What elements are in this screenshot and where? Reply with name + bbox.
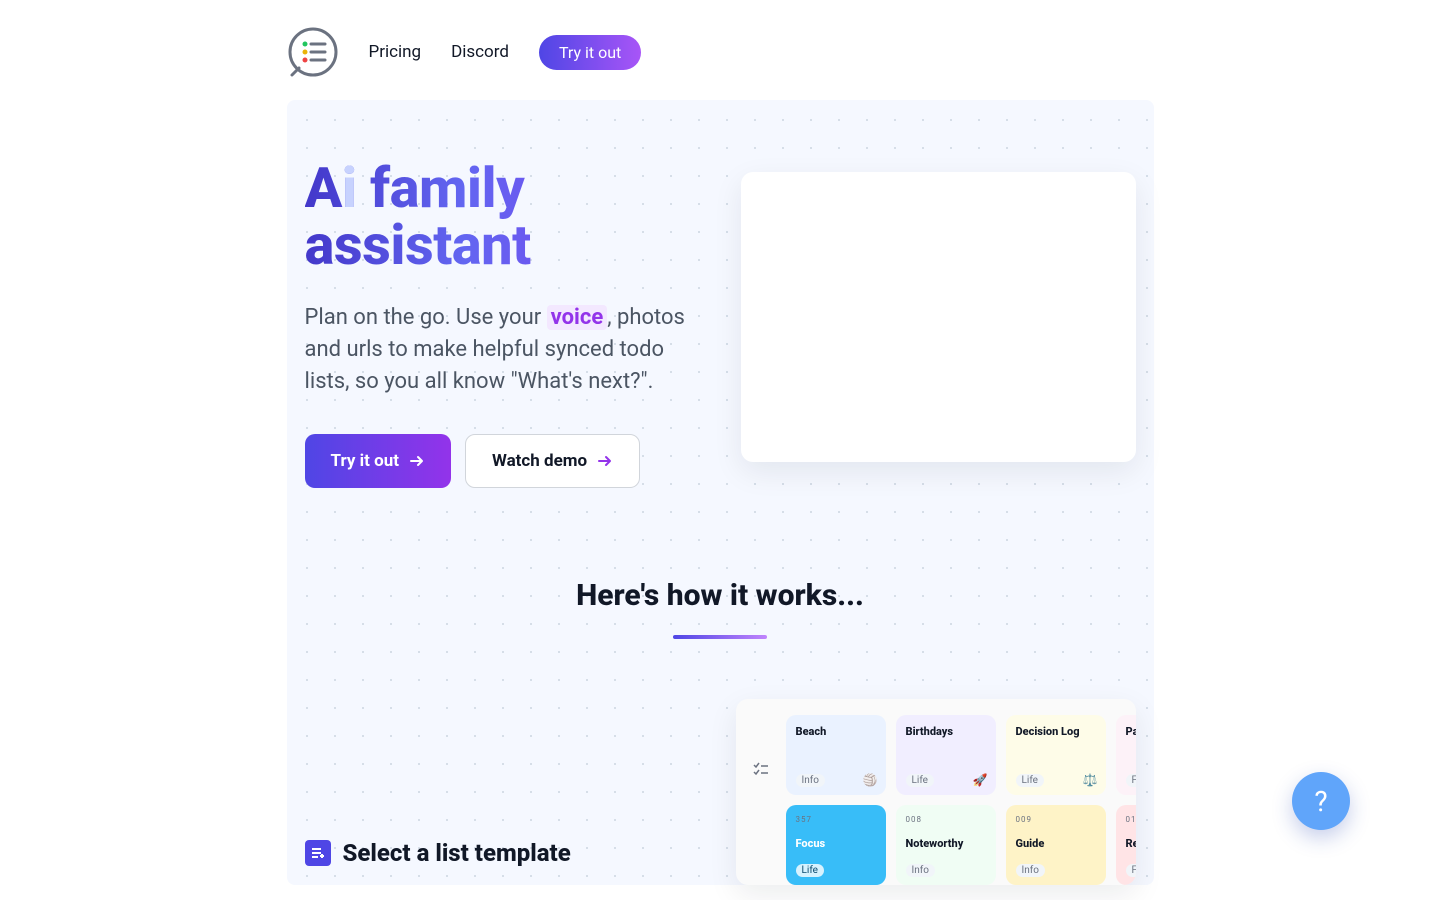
- tile-tag: Info: [906, 864, 935, 877]
- nav-cta-button[interactable]: Try it out: [539, 35, 641, 70]
- tile-title: Birthdays: [906, 725, 986, 738]
- tile-tag: Food: [1126, 774, 1136, 787]
- section-divider: [673, 635, 767, 639]
- tile-title: Recipe: [1126, 837, 1136, 850]
- top-nav: Pricing Discord Try it out: [287, 0, 1154, 100]
- tile-emoji-icon: 🚀: [973, 773, 988, 787]
- template-gallery: Beach Info 🏐 Birthdays Life 🚀 Decision Log Life…: [736, 699, 1136, 885]
- arrow-right-icon: [597, 453, 613, 469]
- tile-count: 357: [796, 815, 876, 824]
- template-tile[interactable]: Decision Log Life ⚖️: [1006, 715, 1106, 795]
- tile-title: Decision Log: [1016, 725, 1096, 738]
- step-title: Select a list template: [343, 839, 571, 867]
- template-tile[interactable]: 010 Recipe Food: [1116, 805, 1136, 885]
- tile-count: 009: [1016, 815, 1096, 824]
- tile-title: Pantry: [1126, 725, 1136, 738]
- step-heading: Select a list template: [305, 839, 712, 867]
- tile-emoji-icon: 🏐: [863, 773, 878, 787]
- try-it-out-button[interactable]: Try it out: [305, 434, 451, 488]
- arrow-right-icon: [409, 453, 425, 469]
- template-tile[interactable]: Pantry Food: [1116, 715, 1136, 795]
- tile-title: Guide: [1016, 837, 1096, 850]
- logo-icon[interactable]: [287, 26, 339, 78]
- template-tile[interactable]: 357 Focus Life: [786, 805, 886, 885]
- subheading: Plan on the go. Use your voice, photos a…: [305, 302, 695, 398]
- help-button[interactable]: ?: [1292, 772, 1350, 830]
- headline-part: A: [305, 155, 342, 221]
- checklist-icon: [752, 761, 770, 783]
- tile-title: Beach: [796, 725, 876, 738]
- template-tile[interactable]: Beach Info 🏐: [786, 715, 886, 795]
- template-icon: [305, 840, 331, 866]
- page-title: Ai family assistant: [305, 160, 701, 274]
- tile-count: 008: [906, 815, 986, 824]
- template-tile[interactable]: Birthdays Life 🚀: [896, 715, 996, 795]
- nav-link-discord[interactable]: Discord: [451, 42, 509, 62]
- tile-title: Noteworthy: [906, 837, 986, 850]
- section-title: Here's how it works...: [305, 578, 1136, 613]
- tile-tag: Info: [796, 774, 825, 787]
- button-label: Watch demo: [492, 451, 587, 471]
- tile-tag: Info: [1016, 864, 1045, 877]
- hero-panel: Ai family assistant Plan on the go. Use …: [287, 100, 1154, 885]
- template-tile[interactable]: 009 Guide Info: [1006, 805, 1106, 885]
- headline-accent: i: [342, 155, 357, 221]
- tile-count: 010: [1126, 815, 1136, 824]
- button-label: Try it out: [331, 451, 399, 471]
- tile-tag: Life: [906, 774, 934, 787]
- tile-tag: Food: [1126, 864, 1136, 877]
- template-tile[interactable]: 008 Noteworthy Info: [896, 805, 996, 885]
- demo-video-placeholder[interactable]: [741, 172, 1136, 462]
- watch-demo-button[interactable]: Watch demo: [465, 434, 640, 488]
- tile-title: Focus: [796, 837, 876, 850]
- tile-tag: Life: [796, 864, 824, 877]
- how-it-works-heading: Here's how it works...: [305, 578, 1136, 639]
- tile-emoji-icon: ⚖️: [1083, 773, 1098, 787]
- nav-link-pricing[interactable]: Pricing: [369, 42, 422, 62]
- highlight-word: voice: [547, 305, 608, 330]
- tile-tag: Life: [1016, 774, 1044, 787]
